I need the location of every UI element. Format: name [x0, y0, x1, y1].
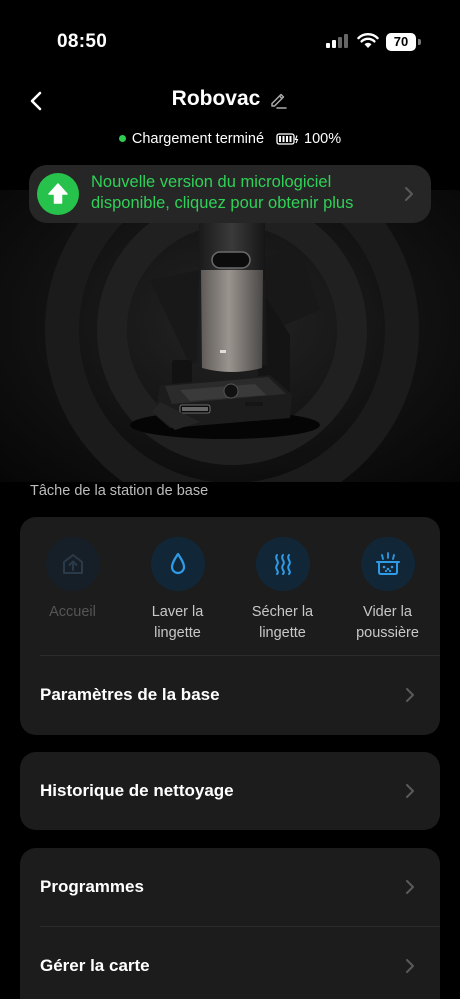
- task-home: Accueil: [20, 537, 125, 623]
- cellular-signal-icon: [326, 34, 350, 48]
- task-wash-mop[interactable]: Laver la lingette: [125, 537, 230, 643]
- station-task-list: Accueil Laver la lingette Sécher la ling…: [20, 537, 440, 657]
- status-bar: 08:50 70: [0, 0, 460, 80]
- task-label-wash-mop: Laver la lingette: [151, 604, 204, 641]
- chevron-right-icon: [406, 880, 414, 894]
- base-settings-row[interactable]: Paramètres de la base: [20, 656, 440, 734]
- task-dry-mop[interactable]: Sécher la lingette: [230, 537, 335, 643]
- page-title: Robovac: [0, 87, 460, 111]
- battery-indicator: 70: [386, 33, 416, 51]
- status-dot: [118, 135, 126, 142]
- task-label-dry-mop: Sécher la lingette: [251, 604, 314, 641]
- manage-map-label: Gérer la carte: [40, 956, 150, 975]
- battery-level: 100%: [304, 130, 342, 147]
- battery-charging-icon: [276, 132, 299, 145]
- charging-status-text: Chargement terminé: [131, 130, 265, 147]
- robot-station-image: [0, 190, 460, 482]
- chevron-right-icon: [405, 187, 413, 201]
- device-name: Robovac: [171, 87, 261, 110]
- schedules-label: Programmes: [40, 877, 144, 896]
- home-icon: [45, 537, 100, 591]
- section-label-station-tasks: Tâche de la station de base: [30, 483, 209, 499]
- edit-pencil-icon[interactable]: [268, 89, 288, 109]
- base-settings-label: Paramètres de la base: [40, 685, 220, 704]
- update-arrow-icon: [37, 173, 79, 215]
- clock: 08:50: [57, 31, 108, 52]
- cleaning-history-row[interactable]: Historique de nettoyage: [20, 752, 440, 830]
- battery-nub: [418, 39, 421, 45]
- firmware-update-line2: disponible, cliquez pour obtenir plus: [91, 194, 354, 212]
- water-drop-icon: [150, 537, 205, 591]
- chevron-right-icon: [406, 688, 414, 702]
- firmware-update-line1: Nouvelle version du micrologiciel: [91, 173, 332, 191]
- cleaning-history-label: Historique de nettoyage: [40, 781, 234, 800]
- dust-bin-icon: [360, 537, 415, 591]
- wifi-icon: [357, 33, 379, 48]
- cleaning-history-card: Historique de nettoyage: [20, 752, 440, 830]
- chevron-right-icon: [406, 784, 414, 798]
- firmware-update-message: Nouvelle version du micrologiciel dispon…: [91, 172, 391, 216]
- firmware-update-banner[interactable]: Nouvelle version du micrologiciel dispon…: [29, 165, 431, 223]
- station-task-card: Accueil Laver la lingette Sécher la ling…: [20, 517, 440, 735]
- heat-waves-icon: [255, 537, 310, 591]
- task-empty-dust[interactable]: Vider la poussière: [335, 537, 440, 643]
- chevron-right-icon: [406, 959, 414, 973]
- schedules-map-card: Programmes Gérer la carte: [20, 848, 440, 999]
- schedules-row[interactable]: Programmes: [20, 848, 440, 926]
- task-label-empty-dust: Vider la poussière: [356, 604, 419, 641]
- robot-illustration: [45, 190, 419, 482]
- manage-map-row[interactable]: Gérer la carte: [20, 927, 440, 999]
- charging-status: Chargement terminé 100%: [0, 130, 460, 147]
- task-label-home: Accueil: [49, 604, 96, 620]
